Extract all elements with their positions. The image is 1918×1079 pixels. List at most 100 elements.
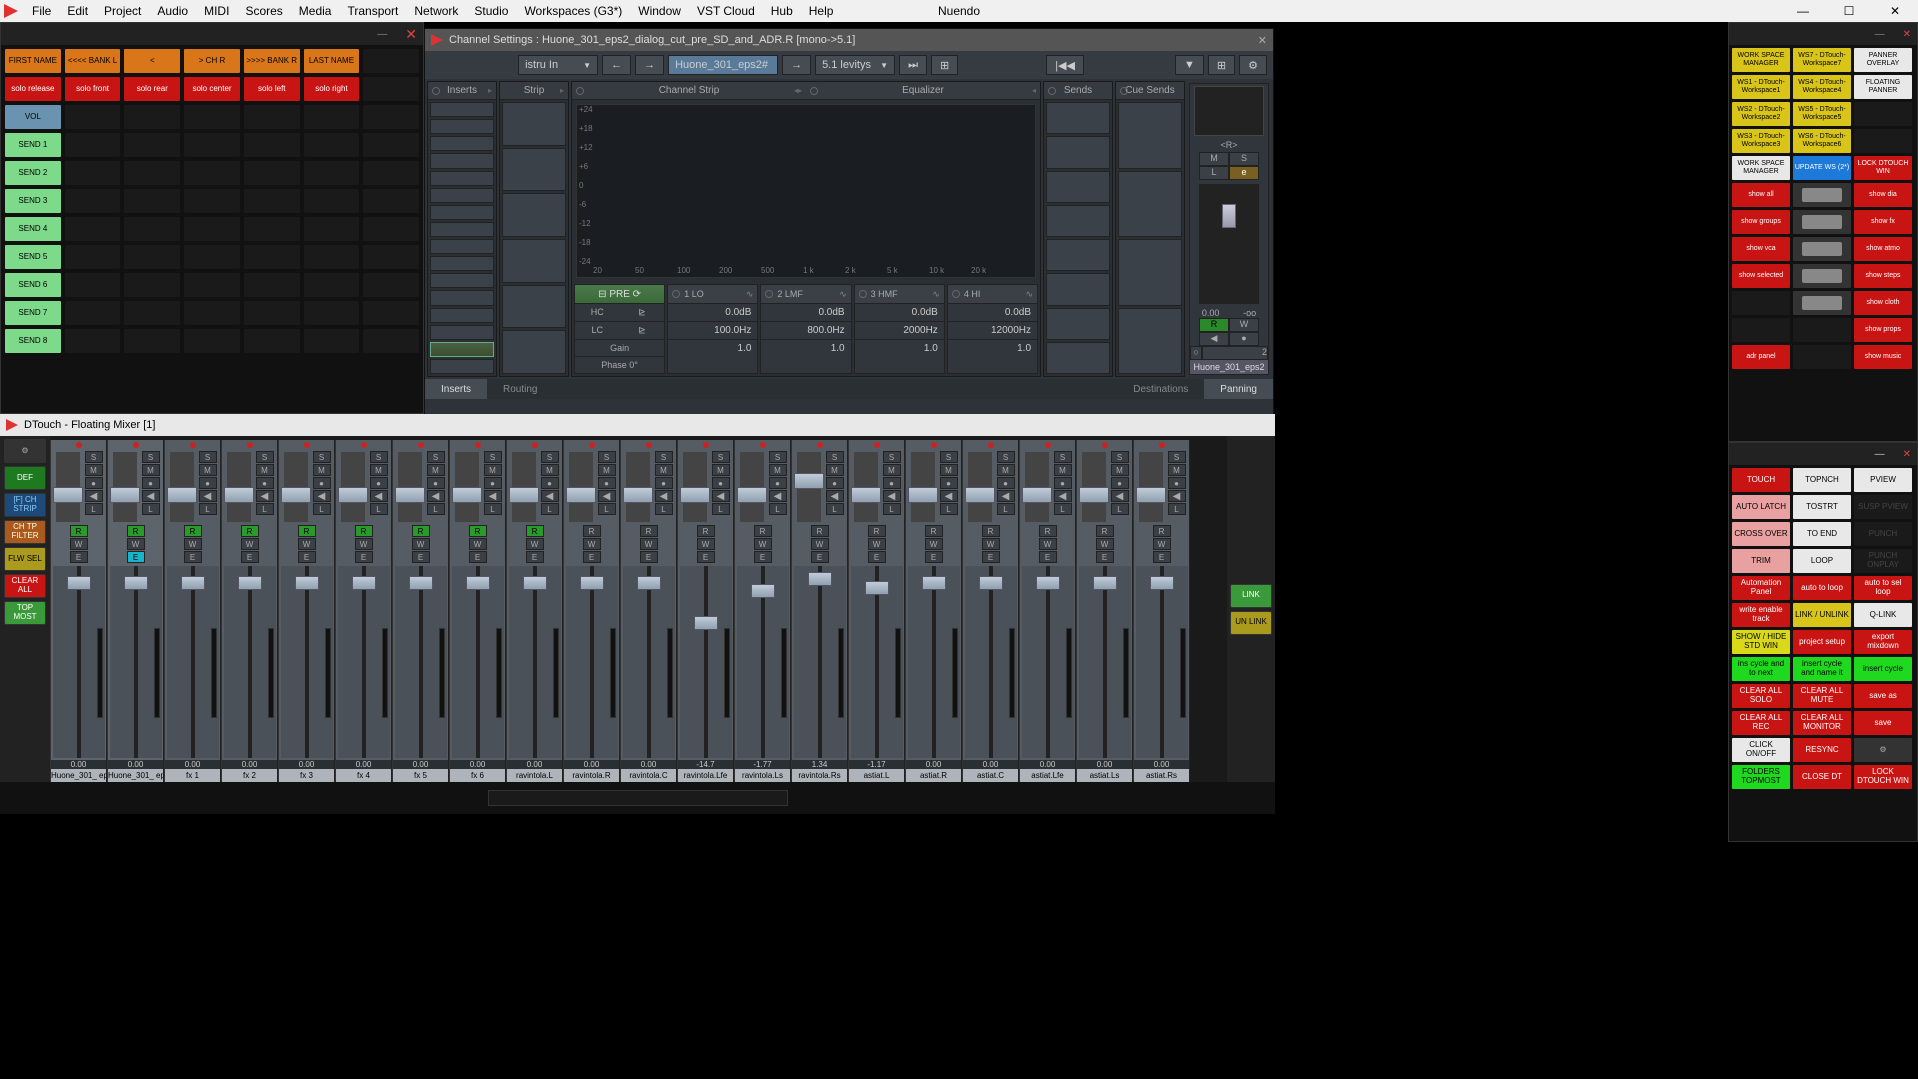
automation-icon[interactable]: ○ [1190,346,1202,360]
rp-btn-update-ws-2-[interactable]: UPDATE WS (2*) [1793,156,1851,180]
write-button[interactable]: W [184,538,202,550]
tl-btn--bank-l[interactable]: <<<< BANK L [65,49,121,73]
solo-button[interactable]: S [370,451,388,463]
record-indicator-icon[interactable] [190,442,196,448]
write-button[interactable]: W [982,538,1000,550]
rp2-btn-loop[interactable]: LOOP [1793,549,1851,573]
prev-icon[interactable]: ◀ [142,490,160,502]
rec-button[interactable]: ● [85,477,103,489]
band-header[interactable]: 1 LO∿ [668,285,757,303]
mute-button[interactable]: M [655,464,673,476]
minimize-button[interactable]: — [1780,0,1826,22]
listen-button[interactable]: L [940,503,958,515]
bypass-icon[interactable] [1048,87,1056,95]
rp2-btn-insert-cycle[interactable]: insert cycle [1854,657,1912,681]
channel-fader[interactable] [281,566,333,758]
write-button[interactable]: W [640,538,658,550]
link-link[interactable]: LINK [1230,584,1272,608]
rp2-btn-lock-dtouch-win[interactable]: LOCK DTOUCH WIN [1854,765,1912,789]
write-button[interactable]: W [811,538,829,550]
record-indicator-icon[interactable] [532,442,538,448]
rp2-btn-click-on-off[interactable]: CLICK ON/OFF [1732,738,1790,762]
prev-icon[interactable]: ◀ [997,490,1015,502]
solo-button[interactable]: S [256,451,274,463]
channel-name-label[interactable]: Huone_301_ eps2_dialog [108,769,163,782]
listen-button[interactable]: L [541,503,559,515]
functions-menu-button[interactable]: ▼ [1175,55,1204,75]
tab-inserts[interactable]: Inserts [425,379,487,399]
bypass-icon[interactable] [1120,87,1128,95]
rp2-btn-folders-topmost[interactable]: FOLDERS TOPMOST [1732,765,1790,789]
tl-btn--[interactable]: < [124,49,180,73]
rp-btn-show-music[interactable]: show music [1854,345,1912,369]
band-freq[interactable]: 2000Hz [855,321,944,339]
rp2-btn-auto-to-sel-loop[interactable]: auto to sel loop [1854,576,1912,600]
channel-name-label[interactable]: fx 4 [336,769,391,782]
channel-name-label[interactable]: astiat.Ls [1077,769,1132,782]
channel-name-label[interactable]: astiat.L [849,769,904,782]
rp2-btn-project-setup[interactable]: project setup [1793,630,1851,654]
write-button[interactable]: W [526,538,544,550]
write-button[interactable]: W [754,538,772,550]
record-indicator-icon[interactable] [247,442,253,448]
band-q[interactable]: 1.0 [668,339,757,357]
read-button[interactable]: R [982,525,1000,537]
edit-button[interactable]: E [127,551,145,563]
channel-fader[interactable] [110,566,162,758]
rp2-btn-q-link[interactable]: Q-LINK [1854,603,1912,627]
channel-fader[interactable] [167,566,219,758]
edit-button[interactable]: E [754,551,772,563]
edit-button[interactable]: E [184,551,202,563]
menu-file[interactable]: File [24,4,59,18]
mixer-side-top-most[interactable]: TOP MOST [4,601,46,625]
rec-button[interactable]: ● [712,477,730,489]
edit-button[interactable]: E [469,551,487,563]
band-q[interactable]: 1.0 [761,339,850,357]
prev-icon[interactable]: ◀ [199,490,217,502]
close-icon[interactable]: ✕ [405,26,417,43]
rec-button[interactable]: ● [427,477,445,489]
tab-panning[interactable]: Panning [1204,379,1273,399]
edit-button[interactable]: E [583,551,601,563]
mute-button[interactable]: M [427,464,445,476]
listen-button[interactable]: L [1168,503,1186,515]
tl-btn-send-2[interactable]: SEND 2 [5,161,61,185]
rec-button[interactable]: ● [199,477,217,489]
mute-button[interactable]: M [484,464,502,476]
menu-window[interactable]: Window [630,4,689,18]
record-indicator-icon[interactable] [475,442,481,448]
lc-label[interactable]: LC [575,322,620,339]
solo-button[interactable]: S [1229,152,1259,166]
tl-btn-solo-center[interactable]: solo center [184,77,240,101]
bypass-icon[interactable] [576,87,584,95]
mute-button[interactable]: M [370,464,388,476]
read-button[interactable]: R [925,525,943,537]
mute-button[interactable]: M [142,464,160,476]
edit-button[interactable]: E [1096,551,1114,563]
menu-transport[interactable]: Transport [339,4,406,18]
write-button[interactable]: W [1229,318,1259,332]
listen-button[interactable]: L [769,503,787,515]
record-indicator-icon[interactable] [133,442,139,448]
tl-btn-last-name[interactable]: LAST NAME [304,49,360,73]
listen-button[interactable]: L [484,503,502,515]
channel-fader[interactable] [1199,184,1259,304]
record-indicator-icon[interactable] [1045,442,1051,448]
write-button[interactable]: W [469,538,487,550]
channel-name-label[interactable]: ravintola.R [564,769,619,782]
write-button[interactable]: W [1153,538,1171,550]
tl-btn-solo-release[interactable]: solo release [5,77,61,101]
rp2-btn-automation-panel[interactable]: Automation Panel [1732,576,1790,600]
mixer-side-def[interactable]: DEF [4,466,46,490]
rec-button[interactable]: ● [655,477,673,489]
read-button[interactable]: R [697,525,715,537]
record-indicator-icon[interactable] [1159,442,1165,448]
channel-name-label[interactable]: astiat.C [963,769,1018,782]
prev-icon[interactable]: ◀ [655,490,673,502]
channel-fader[interactable] [680,566,732,758]
edit-button[interactable]: E [526,551,544,563]
rec-button[interactable]: ● [940,477,958,489]
menu-media[interactable]: Media [291,4,340,18]
mute-button[interactable]: M [541,464,559,476]
rp2-btn-cross-over[interactable]: CROSS OVER [1732,522,1790,546]
